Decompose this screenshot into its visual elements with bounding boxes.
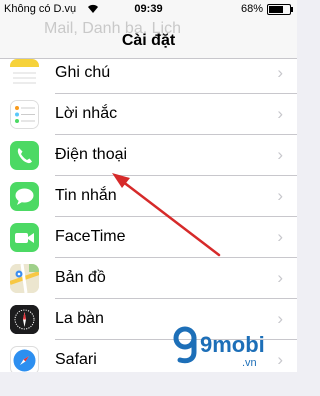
chevron-right-icon: ›: [277, 350, 283, 369]
settings-row-label: Bản đồ: [55, 269, 106, 286]
settings-row-label: FaceTime: [55, 228, 126, 245]
compass-icon: [10, 305, 39, 334]
chevron-right-icon: ›: [277, 309, 283, 328]
page-title: Cài đặt: [121, 32, 176, 49]
battery-icon: [267, 4, 293, 15]
chevron-right-icon: ›: [277, 227, 283, 246]
settings-row-label: Lời nhắc: [55, 105, 118, 122]
chevron-right-icon: ›: [277, 63, 283, 82]
settings-row-label: Safari: [55, 351, 97, 368]
navigation-bar: Mail, Danh bạ, Lịch Cài đặt: [0, 18, 297, 59]
settings-row-phone[interactable]: Điện thoại ›: [0, 135, 297, 176]
settings-row-messages[interactable]: Tin nhắn ›: [0, 176, 297, 217]
messages-icon: [10, 182, 39, 211]
reminders-icon: [10, 100, 39, 129]
notes-icon: [10, 59, 39, 88]
watermark-brand: 9mobi: [200, 332, 265, 357]
settings-row-label: La bàn: [55, 310, 104, 327]
safari-icon: [10, 346, 39, 375]
chevron-right-icon: ›: [277, 268, 283, 287]
battery-percentage: 68%: [240, 3, 263, 15]
brand-watermark: 9mobi .vn: [170, 320, 270, 370]
maps-icon: [10, 264, 39, 293]
chevron-right-icon: ›: [277, 104, 283, 123]
settings-row-label: Điện thoại: [55, 146, 128, 163]
settings-row-label: Ghi chú: [55, 64, 111, 81]
facetime-icon: [10, 223, 39, 252]
watermark-tld: .vn: [242, 357, 257, 369]
settings-row-reminders[interactable]: Lời nhắc ›: [0, 94, 297, 135]
settings-row-maps[interactable]: Bản đồ ›: [0, 258, 297, 299]
status-bar: Không có D.vụ 09:39 68%: [0, 0, 297, 18]
chevron-right-icon: ›: [277, 145, 283, 164]
chevron-right-icon: ›: [277, 186, 283, 205]
list-footer: [0, 372, 297, 396]
settings-row-notes[interactable]: Ghi chú ›: [0, 53, 297, 94]
phone-icon: [10, 141, 39, 170]
settings-row-label: Tin nhắn: [55, 187, 117, 204]
settings-row-facetime[interactable]: FaceTime ›: [0, 217, 297, 258]
